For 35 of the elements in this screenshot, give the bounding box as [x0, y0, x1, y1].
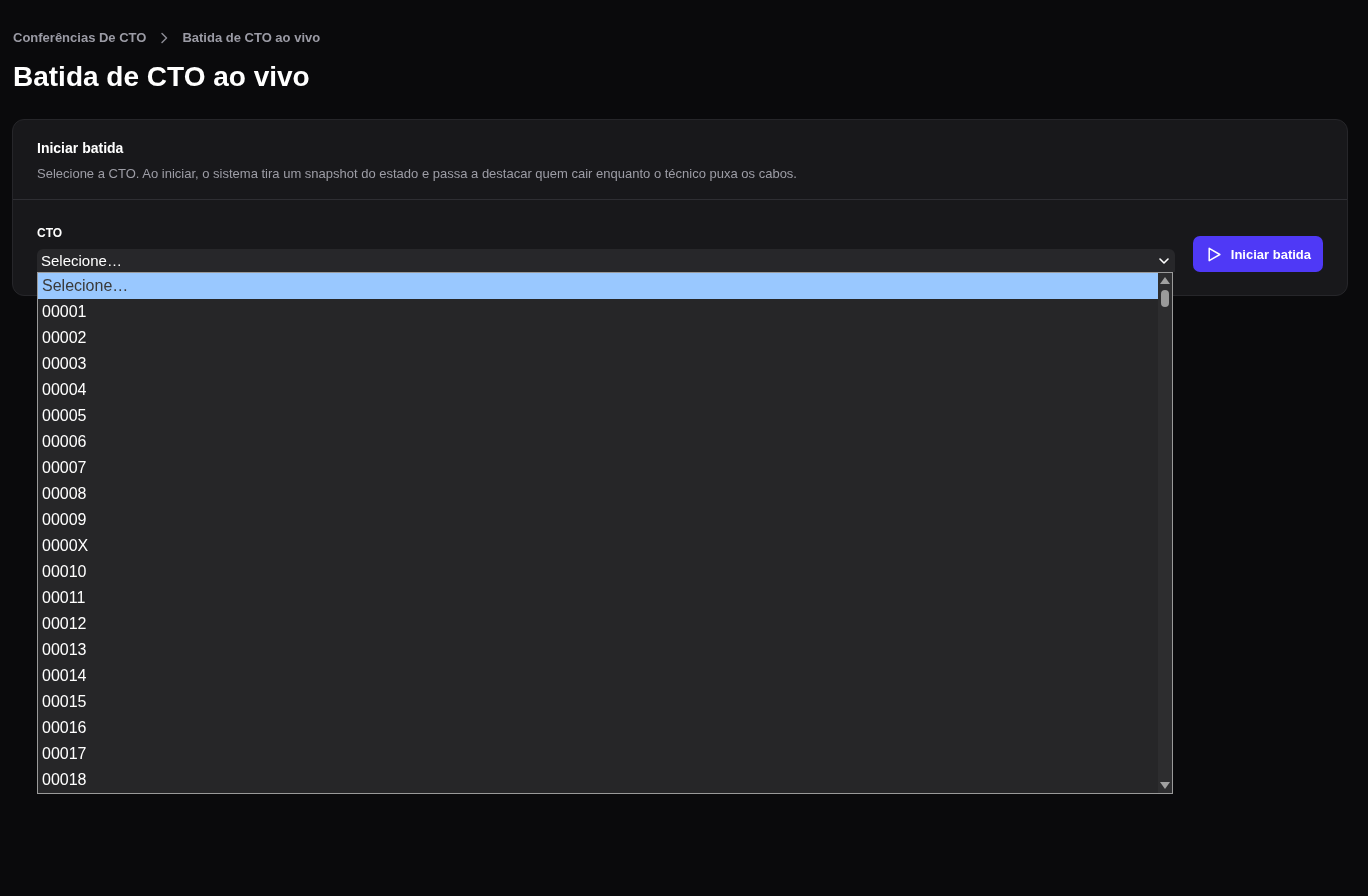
- dropdown-option[interactable]: 00002: [38, 325, 1158, 351]
- chevron-down-icon: [1158, 257, 1169, 264]
- dropdown-option[interactable]: 00005: [38, 403, 1158, 429]
- start-button[interactable]: Iniciar batida: [1192, 236, 1323, 272]
- dropdown-option[interactable]: 0000X: [38, 533, 1158, 559]
- breadcrumb-current: Batida de CTO ao vivo: [182, 29, 321, 47]
- page-title: Batida de CTO ao vivo: [13, 60, 311, 94]
- dropdown-option[interactable]: 00009: [38, 507, 1158, 533]
- dropdown-option[interactable]: 00008: [38, 481, 1158, 507]
- dropdown-option[interactable]: 00012: [38, 611, 1158, 637]
- dropdown-option[interactable]: 00014: [38, 663, 1158, 689]
- dropdown-option[interactable]: 00003: [38, 351, 1158, 377]
- dropdown-option[interactable]: 00004: [38, 377, 1158, 403]
- dropdown-option[interactable]: 00001: [38, 299, 1158, 325]
- chevron-right-icon: [160, 32, 169, 44]
- dropdown-option[interactable]: 00018: [38, 767, 1158, 793]
- dropdown-option[interactable]: 00017: [38, 741, 1158, 767]
- scroll-up-icon[interactable]: [1160, 277, 1170, 284]
- dropdown-option[interactable]: 00006: [38, 429, 1158, 455]
- card-description: Selecione a CTO. Ao iniciar, o sistema tira um snapshot do estado e passa a destacar quem cair enquanto o técnico puxa os cabos.: [37, 165, 798, 183]
- play-icon: [1207, 246, 1221, 262]
- dropdown-option[interactable]: 00011: [38, 585, 1158, 611]
- dropdown-option[interactable]: 00016: [38, 715, 1158, 741]
- field-label: CTO: [37, 225, 64, 241]
- card-title: Iniciar batida: [37, 139, 125, 158]
- scrollbar-thumb[interactable]: [1161, 290, 1169, 307]
- cto-select[interactable]: Selecione…: [37, 249, 1175, 272]
- scroll-down-icon[interactable]: [1160, 782, 1170, 789]
- dropdown-option[interactable]: 00010: [38, 559, 1158, 585]
- scrollbar[interactable]: [1158, 273, 1172, 793]
- dropdown-option[interactable]: Selecione…: [38, 273, 1158, 299]
- dropdown-option[interactable]: 00013: [38, 637, 1158, 663]
- breadcrumb-link[interactable]: Conferências De CTO: [13, 29, 147, 47]
- dropdown-option[interactable]: 00007: [38, 455, 1158, 481]
- dropdown-option[interactable]: 00015: [38, 689, 1158, 715]
